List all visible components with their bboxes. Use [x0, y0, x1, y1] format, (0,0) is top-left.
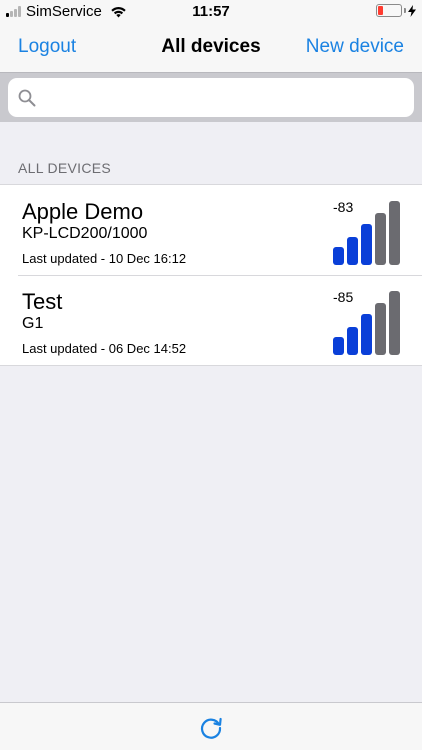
signal-strength-icon: [333, 291, 400, 355]
device-model: KP-LCD200/1000: [22, 225, 148, 242]
signal-bar: [389, 201, 400, 265]
device-name: Test: [22, 289, 63, 314]
section-header: ALL DEVICES: [18, 160, 112, 176]
status-bar: SimService 11:57: [0, 0, 422, 22]
search-icon: [18, 89, 36, 107]
device-row[interactable]: Apple Demo KP-LCD200/1000 Last updated -…: [0, 185, 422, 275]
clock: 11:57: [192, 3, 230, 20]
search-bar: [0, 72, 422, 122]
navigation-bar: Logout All devices New device: [0, 22, 422, 72]
signal-bar: [333, 337, 344, 355]
device-model: G1: [22, 315, 44, 332]
charging-bolt-icon: [408, 4, 416, 17]
device-last-updated: Last updated - 10 Dec 16:12: [22, 251, 187, 266]
bottom-toolbar: [0, 702, 422, 750]
search-input[interactable]: [44, 78, 406, 117]
refresh-icon[interactable]: [198, 715, 224, 741]
device-last-updated: Last updated - 06 Dec 14:52: [22, 341, 187, 356]
new-device-button[interactable]: New device: [306, 36, 404, 58]
device-row[interactable]: Test G1 Last updated - 06 Dec 14:52 -85: [0, 275, 422, 365]
signal-bar: [389, 291, 400, 355]
signal-bar: [347, 237, 358, 265]
battery-icon: [376, 4, 402, 17]
signal-bar: [361, 314, 372, 355]
signal-bar: [361, 224, 372, 265]
battery-indicator: [376, 4, 416, 17]
signal-bar: [333, 247, 344, 265]
device-name: Apple Demo: [22, 199, 144, 224]
signal-bar: [347, 327, 358, 355]
signal-strength-icon: [333, 201, 400, 265]
device-list: Apple Demo KP-LCD200/1000 Last updated -…: [0, 184, 422, 366]
signal-bar: [375, 303, 386, 355]
search-field-container[interactable]: [8, 78, 414, 117]
logout-button[interactable]: Logout: [18, 36, 76, 58]
signal-bar: [375, 213, 386, 265]
